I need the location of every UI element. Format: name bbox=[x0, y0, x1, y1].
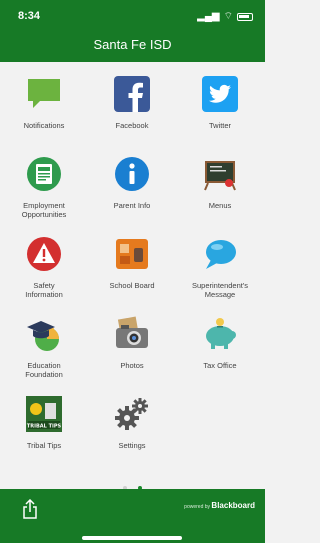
camera-icon bbox=[113, 315, 151, 353]
blackboard-logo: Blackboard bbox=[211, 501, 255, 510]
app-grid: Notifications Facebook Twitter Employmen… bbox=[0, 62, 265, 470]
tile-label: Photos bbox=[120, 361, 144, 370]
tile-school-board[interactable]: School Board bbox=[88, 222, 176, 302]
school-board-icon bbox=[113, 235, 151, 273]
tile-education-foundation[interactable]: Education Foundation bbox=[0, 302, 88, 382]
home-indicator[interactable] bbox=[82, 536, 182, 540]
tile-twitter[interactable]: Twitter bbox=[176, 62, 264, 142]
tile-facebook[interactable]: Facebook bbox=[88, 62, 176, 142]
graduation-cap-icon bbox=[25, 315, 63, 353]
powered-by-label: powered by bbox=[184, 504, 211, 510]
battery-icon bbox=[237, 12, 253, 21]
tile-tribal-tips[interactable]: TRIBAL TIPS Tribal Tips bbox=[0, 382, 88, 462]
tile-settings[interactable]: Settings bbox=[88, 382, 176, 462]
svg-text:TRIBAL TIPS: TRIBAL TIPS bbox=[27, 424, 62, 430]
warning-icon bbox=[25, 235, 63, 273]
tile-notifications[interactable]: Notifications bbox=[0, 62, 88, 142]
page-title: Santa Fe ISD bbox=[93, 37, 172, 52]
gear-icon bbox=[113, 395, 151, 433]
tribal-tips-icon: TRIBAL TIPS bbox=[25, 395, 63, 433]
tile-label: Superintendent's Message bbox=[191, 281, 249, 299]
facebook-icon bbox=[113, 75, 151, 113]
tile-photos[interactable]: Photos bbox=[88, 302, 176, 382]
tile-label: Facebook bbox=[115, 121, 149, 130]
tile-label: Education Foundation bbox=[25, 361, 63, 379]
tile-label: Menus bbox=[208, 201, 232, 210]
status-icons: ▂▄▆ ⌔ bbox=[197, 10, 253, 23]
piggy-bank-icon bbox=[201, 315, 239, 353]
app-footer: powered by Blackboard bbox=[0, 489, 265, 543]
tile-label: Safety Information bbox=[25, 281, 63, 299]
tile-label: Notifications bbox=[23, 121, 65, 130]
share-icon[interactable] bbox=[22, 498, 38, 519]
tile-employment-opportunities[interactable]: Employment Opportunities bbox=[0, 142, 88, 222]
speech-bubble-icon bbox=[201, 235, 239, 273]
signal-icon: ▂▄▆ bbox=[197, 11, 220, 22]
tile-menus[interactable]: Menus bbox=[176, 142, 264, 222]
tile-safety-information[interactable]: Safety Information bbox=[0, 222, 88, 302]
powered-by: powered by Blackboard bbox=[184, 501, 255, 510]
tile-label: Employment Opportunities bbox=[21, 201, 67, 219]
wifi-icon: ⌔ bbox=[223, 11, 233, 22]
tile-label: Tax Office bbox=[203, 361, 237, 370]
tile-label: Settings bbox=[118, 441, 146, 450]
tile-superintendents-message[interactable]: Superintendent's Message bbox=[176, 222, 264, 302]
tile-label: Parent Info bbox=[113, 201, 151, 210]
tile-tax-office[interactable]: Tax Office bbox=[176, 302, 264, 382]
tile-label: Tribal Tips bbox=[26, 441, 62, 450]
chat-bubble-icon bbox=[25, 75, 63, 113]
status-time: 8:34 bbox=[18, 10, 41, 22]
tile-label: School Board bbox=[109, 281, 155, 290]
tile-parent-info[interactable]: Parent Info bbox=[88, 142, 176, 222]
twitter-icon bbox=[201, 75, 239, 113]
jobs-icon bbox=[25, 155, 63, 193]
chalkboard-icon bbox=[201, 155, 239, 193]
app-header: 8:34 ▂▄▆ ⌔ Santa Fe ISD bbox=[0, 0, 265, 62]
info-icon bbox=[113, 155, 151, 193]
tile-label: Twitter bbox=[208, 121, 232, 130]
